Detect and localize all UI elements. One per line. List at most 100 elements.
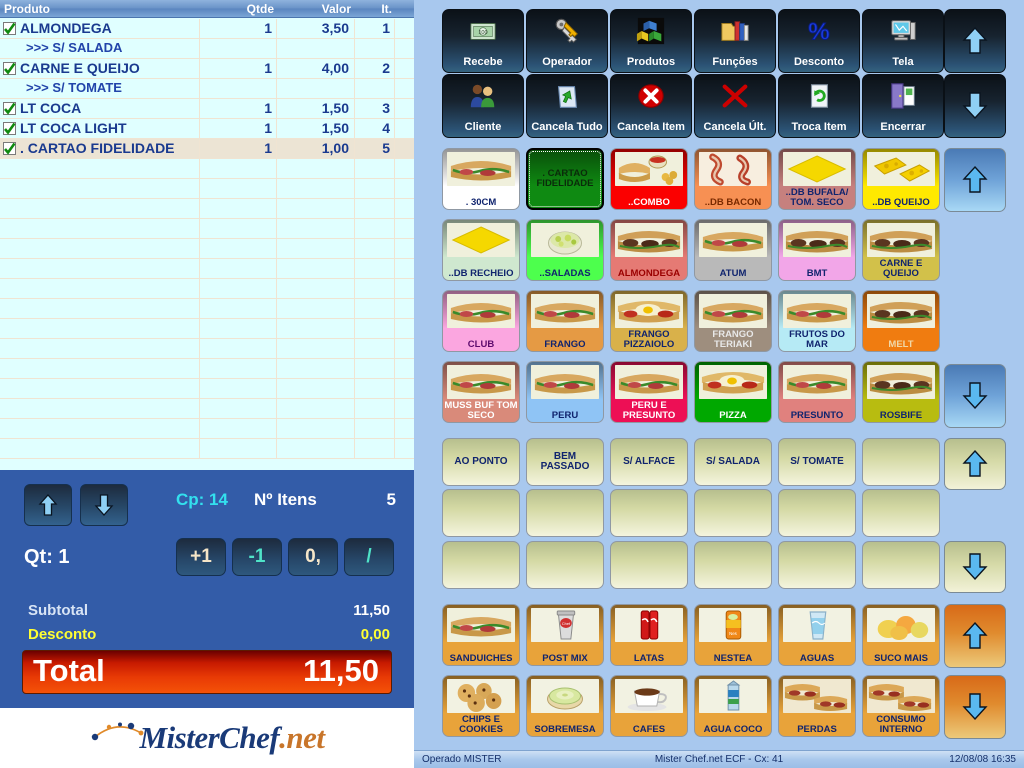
product-button-db-recheio[interactable]: ..DB RECHEIO xyxy=(442,219,520,281)
function-button-produtos[interactable]: Produtos xyxy=(610,9,692,73)
function-button-cancela-lt[interactable]: Cancela Últ. xyxy=(694,74,776,138)
table-row[interactable] xyxy=(0,239,414,259)
grid-scroll-up-2[interactable] xyxy=(944,438,1006,490)
product-button-combo[interactable]: ..COMBO xyxy=(610,148,688,210)
product-button-post-mix[interactable]: Chef POST MIX xyxy=(526,604,604,666)
product-button-club[interactable]: CLUB xyxy=(442,290,520,352)
table-row[interactable] xyxy=(0,299,414,319)
table-row[interactable] xyxy=(0,379,414,399)
product-button-suco-mais[interactable]: SUCO MAIS xyxy=(862,604,940,666)
product-button-s-tomate[interactable]: S/ TOMATE xyxy=(778,438,856,486)
item-checkbox[interactable] xyxy=(3,122,16,135)
item-checkbox[interactable] xyxy=(3,102,16,115)
product-button-ao-ponto[interactable]: AO PONTO xyxy=(442,438,520,486)
product-button-peru[interactable]: PERU xyxy=(526,361,604,423)
function-button-operador[interactable]: Operador xyxy=(526,9,608,73)
grid-scroll-up-1[interactable] xyxy=(944,148,1006,212)
function-button-cancela-tudo[interactable]: Cancela Tudo xyxy=(526,74,608,138)
product-button-cafes[interactable]: CAFES xyxy=(610,675,688,737)
table-row[interactable] xyxy=(0,279,414,299)
table-row[interactable] xyxy=(0,419,414,439)
product-button-perdas[interactable]: PERDAS xyxy=(778,675,856,737)
func-scroll-up[interactable] xyxy=(944,9,1006,73)
table-row[interactable] xyxy=(0,179,414,199)
product-button-empty[interactable] xyxy=(778,541,856,589)
table-row[interactable] xyxy=(0,359,414,379)
product-button-muss-buf-tom-seco[interactable]: MUSS BUF TOM SECO xyxy=(442,361,520,423)
product-button-agua-coco[interactable]: AGUA COCO xyxy=(694,675,772,737)
product-button-empty[interactable] xyxy=(526,541,604,589)
product-button-empty[interactable] xyxy=(862,489,940,537)
table-row[interactable]: LT COCA LIGHT 1 1,50 4 xyxy=(0,119,414,139)
product-button-pizza[interactable]: PIZZA xyxy=(694,361,772,423)
table-row[interactable]: LT COCA 1 1,50 3 xyxy=(0,99,414,119)
function-button-tela[interactable]: Tela xyxy=(862,9,944,73)
table-row[interactable] xyxy=(0,259,414,279)
product-button-30cm[interactable]: . 30CM xyxy=(442,148,520,210)
product-button-carne-e-queijo[interactable]: CARNE E QUEIJO xyxy=(862,219,940,281)
product-button-s-alface[interactable]: S/ ALFACE xyxy=(610,438,688,486)
zero-comma-key[interactable]: 0, xyxy=(288,538,338,576)
table-row[interactable]: . CARTAO FIDELIDADE 1 1,00 5 xyxy=(0,139,414,159)
table-row[interactable]: ALMONDEGA 1 3,50 1 xyxy=(0,19,414,39)
product-button-empty[interactable] xyxy=(610,489,688,537)
product-button-empty[interactable] xyxy=(442,541,520,589)
product-button-empty[interactable] xyxy=(526,489,604,537)
product-button-empty[interactable] xyxy=(442,489,520,537)
table-row[interactable] xyxy=(0,439,414,459)
product-button-s-salada[interactable]: S/ SALADA xyxy=(694,438,772,486)
func-scroll-down[interactable] xyxy=(944,74,1006,138)
item-scroll-down-button[interactable] xyxy=(80,484,128,526)
product-button-melt[interactable]: MELT xyxy=(862,290,940,352)
product-button-aguas[interactable]: AGUAS xyxy=(778,604,856,666)
product-button-frutos-do-mar[interactable]: FRUTOS DO MAR xyxy=(778,290,856,352)
grid-scroll-down-1[interactable] xyxy=(944,364,1006,428)
product-button-bmt[interactable]: BMT xyxy=(778,219,856,281)
table-row[interactable] xyxy=(0,339,414,359)
product-button-peru-e-presunto[interactable]: PERU E PRESUNTO xyxy=(610,361,688,423)
order-item-list[interactable]: ALMONDEGA 1 3,50 1 >>> S/ SALADA CARNE E QUEI… xyxy=(0,19,414,470)
product-button-db-bacon[interactable]: ..DB BACON xyxy=(694,148,772,210)
product-button-sanduiches[interactable]: SANDUICHES xyxy=(442,604,520,666)
product-button-frango[interactable]: FRANGO xyxy=(526,290,604,352)
product-button-frango-teriaki[interactable]: FRANGO TERIAKI xyxy=(694,290,772,352)
table-row[interactable]: >>> S/ TOMATE xyxy=(0,79,414,99)
table-row[interactable] xyxy=(0,199,414,219)
product-button-almondega[interactable]: ALMONDEGA xyxy=(610,219,688,281)
table-row[interactable] xyxy=(0,219,414,239)
product-button-empty[interactable] xyxy=(610,541,688,589)
product-button-empty[interactable] xyxy=(778,489,856,537)
function-button-encerrar[interactable]: Encerrar xyxy=(862,74,944,138)
table-row[interactable]: CARNE E QUEIJO 1 4,00 2 xyxy=(0,59,414,79)
function-button-troca-item[interactable]: Troca Item xyxy=(778,74,860,138)
grid-scroll-down-3[interactable] xyxy=(944,675,1006,739)
product-button-db-queijo[interactable]: ..DB QUEIJO xyxy=(862,148,940,210)
function-button-desconto[interactable]: % Desconto xyxy=(778,9,860,73)
function-button-recebe[interactable]: 100 Recebe xyxy=(442,9,524,73)
product-button-rosbife[interactable]: ROSBIFE xyxy=(862,361,940,423)
product-button-nestea[interactable]: Nes NESTEA xyxy=(694,604,772,666)
product-button-consumo-interno[interactable]: CONSUMO INTERNO xyxy=(862,675,940,737)
grid-scroll-up-3[interactable] xyxy=(944,604,1006,668)
grid-scroll-down-2[interactable] xyxy=(944,541,1006,593)
product-button-db-bufala-tom-seco[interactable]: ..DB BUFALA/ TOM. SECO xyxy=(778,148,856,210)
item-scroll-up-button[interactable] xyxy=(24,484,72,526)
product-button-empty[interactable] xyxy=(694,489,772,537)
table-row[interactable] xyxy=(0,319,414,339)
product-button-empty[interactable] xyxy=(862,438,940,486)
product-button-chips-e-cookies[interactable]: CHIPS E COOKIES xyxy=(442,675,520,737)
product-button-atum[interactable]: ATUM xyxy=(694,219,772,281)
product-button-cartao-fidelidade[interactable]: . CARTAO FIDELIDADE xyxy=(526,148,604,210)
product-button-bem-passado[interactable]: BEM PASSADO xyxy=(526,438,604,486)
function-button-cancela-item[interactable]: Cancela Item xyxy=(610,74,692,138)
product-button-saladas[interactable]: ..SALADAS xyxy=(526,219,604,281)
table-row[interactable] xyxy=(0,399,414,419)
product-button-empty[interactable] xyxy=(694,541,772,589)
product-button-empty[interactable] xyxy=(862,541,940,589)
divide-key[interactable]: / xyxy=(344,538,394,576)
increment-key[interactable]: +1 xyxy=(176,538,226,576)
function-button-cliente[interactable]: Cliente xyxy=(442,74,524,138)
product-button-frango-pizzaiolo[interactable]: FRANGO PIZZAIOLO xyxy=(610,290,688,352)
product-button-latas[interactable]: LATAS xyxy=(610,604,688,666)
function-button-fun-es[interactable]: Funções xyxy=(694,9,776,73)
